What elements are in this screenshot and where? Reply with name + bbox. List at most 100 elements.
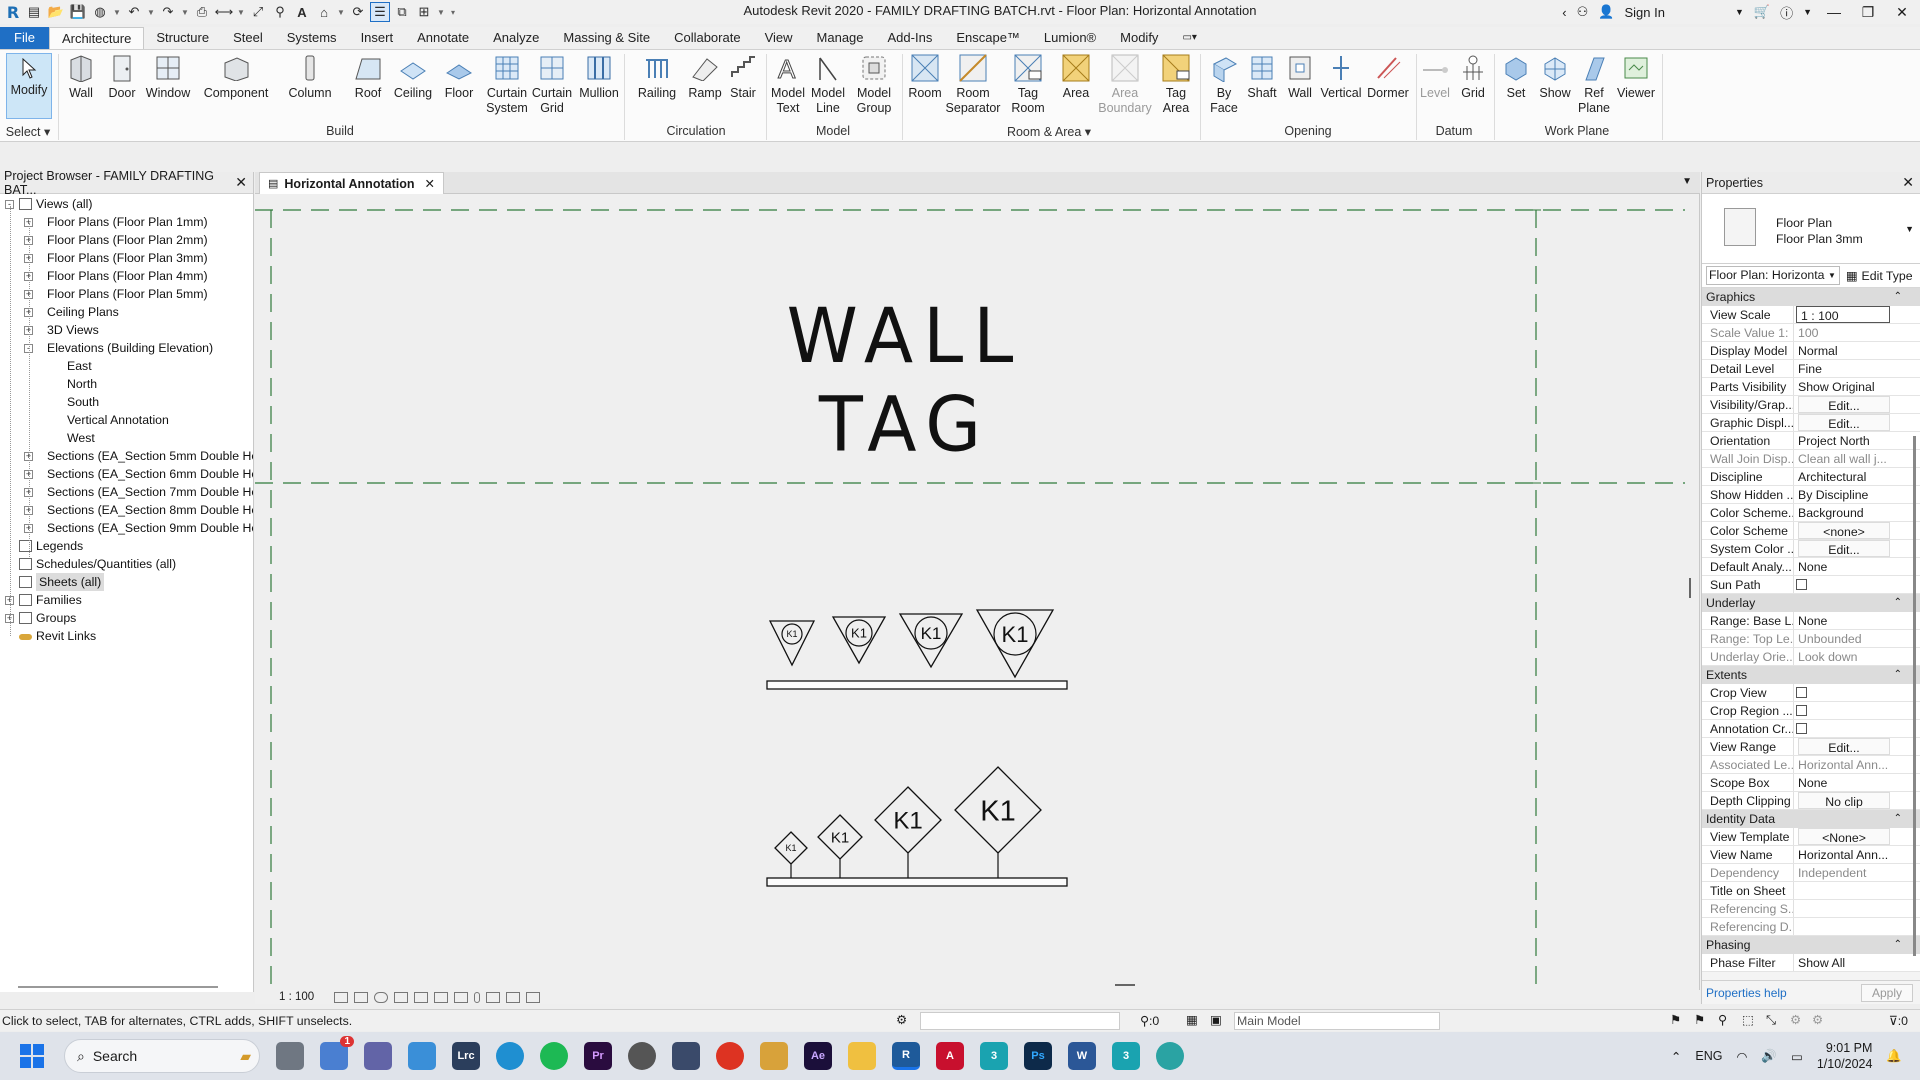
revit-logo-icon[interactable]: R (4, 3, 22, 22)
type-selector[interactable]: Floor Plan Floor Plan 3mm ▼ (1702, 194, 1920, 264)
redo-icon[interactable]: ↷ (158, 2, 178, 22)
column-button[interactable]: Column (286, 53, 334, 101)
select-pinned-icon[interactable]: ⚲ (1718, 1013, 1727, 1027)
property-row[interactable]: Visibility/Grap... Edit... (1702, 396, 1920, 414)
worksets-icon[interactable]: ⚙ (896, 1013, 907, 1027)
chevron-down-icon[interactable]: ▼ (112, 2, 122, 22)
tree-item[interactable]: + Sections (EA_Section 9mm Double Hea (0, 519, 253, 537)
ribbon-minimize-icon[interactable]: ▭▾ (1170, 27, 1208, 49)
property-row[interactable]: Discipline Architectural (1702, 468, 1920, 486)
constraints-icon[interactable] (526, 991, 541, 1003)
property-value[interactable]: 1 : 100 (1796, 306, 1890, 323)
room-separator-button[interactable]: Room Separator (944, 53, 1002, 116)
text-icon[interactable]: A (292, 2, 312, 22)
sun-path-icon[interactable] (374, 991, 389, 1003)
unsaved-icon[interactable]: ⚙ (1812, 1013, 1823, 1027)
property-value[interactable]: By Discipline (1794, 486, 1894, 503)
property-row[interactable]: Depth Clipping No clip (1702, 792, 1920, 810)
language-indicator[interactable]: ENG (1695, 1049, 1722, 1063)
view-scale[interactable]: 1 : 100 (279, 991, 314, 1003)
shaft-button[interactable]: Shaft (1244, 53, 1280, 101)
property-value[interactable]: None (1794, 558, 1894, 575)
close-hidden-windows-icon[interactable]: ⧉ (392, 2, 412, 22)
wall-button[interactable]: Wall (64, 53, 98, 101)
ramp-button[interactable]: Ramp (686, 53, 724, 101)
save-icon[interactable]: 💾 (68, 2, 88, 22)
wifi-icon[interactable]: ◠ (1737, 1049, 1748, 1064)
tab-list-dropdown-icon[interactable]: ▼ (1682, 176, 1692, 187)
tag-area-button[interactable]: Tag Area (1158, 53, 1194, 116)
vertical-scrollbar[interactable] (1689, 578, 1691, 598)
door-button[interactable]: Door (104, 53, 140, 101)
chevron-down-icon[interactable]: ▼ (336, 2, 346, 22)
design-option-dropdown[interactable]: Main Model (1234, 1012, 1440, 1030)
tree-item[interactable]: East (0, 357, 253, 375)
property-row[interactable]: Orientation Project North (1702, 432, 1920, 450)
room-button[interactable]: Room (906, 53, 944, 101)
collapse-icon[interactable]: ⌃ (1894, 666, 1902, 684)
tab-annotate[interactable]: Annotate (405, 27, 481, 49)
customize-qat-icon[interactable]: ▾ (448, 2, 458, 22)
chevron-down-icon[interactable]: ▼ (1828, 271, 1836, 280)
tab-architecture[interactable]: Architecture (48, 27, 145, 49)
spotify-icon[interactable] (540, 1042, 568, 1070)
level-button[interactable]: Level (1418, 53, 1452, 101)
tree-item[interactable]: + Floor Plans (Floor Plan 3mm) (0, 249, 253, 267)
edit-type-icon[interactable]: ▦ (1846, 269, 1858, 283)
tree-item[interactable]: - Elevations (Building Elevation) (0, 339, 253, 357)
property-row[interactable]: Title on Sheet (1702, 882, 1920, 900)
close-icon[interactable]: ✕ (1902, 174, 1914, 191)
instance-filter-dropdown[interactable]: Floor Plan: Horizonta (1706, 266, 1840, 285)
tab-insert[interactable]: Insert (349, 27, 406, 49)
diamond-wall-tag[interactable]: K1 (817, 814, 863, 878)
property-checkbox[interactable] (1796, 687, 1807, 698)
tab-enscape[interactable]: Enscape™ (944, 27, 1032, 49)
teams-icon[interactable] (364, 1042, 392, 1070)
select-underlay-icon[interactable]: ⚑ (1694, 1013, 1705, 1027)
tab-view[interactable]: View (753, 27, 805, 49)
property-checkbox[interactable] (1796, 579, 1807, 590)
taskbar-search[interactable]: ⌕ Search ▰ (64, 1039, 260, 1073)
tree-item[interactable]: South (0, 393, 253, 411)
task-view-icon[interactable] (276, 1042, 304, 1070)
3d-view-icon[interactable]: ⌂ (314, 2, 334, 22)
grid-button[interactable]: Grid (1456, 53, 1490, 101)
chevron-down-icon[interactable]: ▼ (146, 2, 156, 22)
switch-windows-icon[interactable]: ⊞ (414, 2, 434, 22)
tree-item[interactable]: West (0, 429, 253, 447)
property-checkbox[interactable] (1796, 705, 1807, 716)
user-icon[interactable]: 👤 (1598, 4, 1614, 20)
ref-plane-button[interactable]: Ref Plane (1576, 53, 1612, 116)
property-edit-button[interactable]: <None> (1798, 828, 1890, 845)
tree-item[interactable]: Legends (0, 537, 253, 555)
photos-icon[interactable] (408, 1042, 436, 1070)
property-row[interactable]: Crop Region ... (1702, 702, 1920, 720)
collapse-icon[interactable]: ⌃ (1894, 288, 1902, 306)
property-value[interactable]: None (1794, 774, 1894, 791)
workset-dropdown[interactable] (920, 1012, 1120, 1030)
property-row[interactable]: View Scale 1 : 100 (1702, 306, 1920, 324)
tab-structure[interactable]: Structure (144, 27, 221, 49)
undo-icon[interactable]: ↶ (124, 2, 144, 22)
tab-collaborate[interactable]: Collaborate (662, 27, 753, 49)
chevron-down-icon[interactable]: ▼ (236, 2, 246, 22)
start-button[interactable] (20, 1044, 44, 1068)
property-value[interactable]: Normal (1794, 342, 1894, 359)
chevron-down-icon[interactable]: ▼ (1803, 7, 1812, 17)
property-row[interactable]: Sun Path (1702, 576, 1920, 594)
property-checkbox[interactable] (1796, 723, 1807, 734)
tag-icon[interactable]: ⚲ (270, 2, 290, 22)
tag-room-button[interactable]: Tag Room (1008, 53, 1048, 116)
open-icon[interactable]: 📂 (46, 2, 66, 22)
nav-prev-icon[interactable]: ‹ (1562, 5, 1566, 20)
design-options-icon[interactable]: ▦ (1186, 1013, 1198, 1027)
vertical-scrollbar[interactable] (1913, 436, 1916, 956)
area-boundary-button[interactable]: Area Boundary (1098, 53, 1152, 116)
home-icon[interactable]: ▤ (24, 2, 44, 22)
drag-elements-icon[interactable]: ⤡ (1766, 1013, 1776, 1028)
property-row[interactable]: Graphic Displ... Edit... (1702, 414, 1920, 432)
tab-modify[interactable]: Modify (1108, 27, 1170, 49)
notifications-icon[interactable]: 🔔 (1886, 1049, 1902, 1064)
tab-manage[interactable]: Manage (805, 27, 876, 49)
apply-button[interactable]: Apply (1860, 983, 1913, 1002)
